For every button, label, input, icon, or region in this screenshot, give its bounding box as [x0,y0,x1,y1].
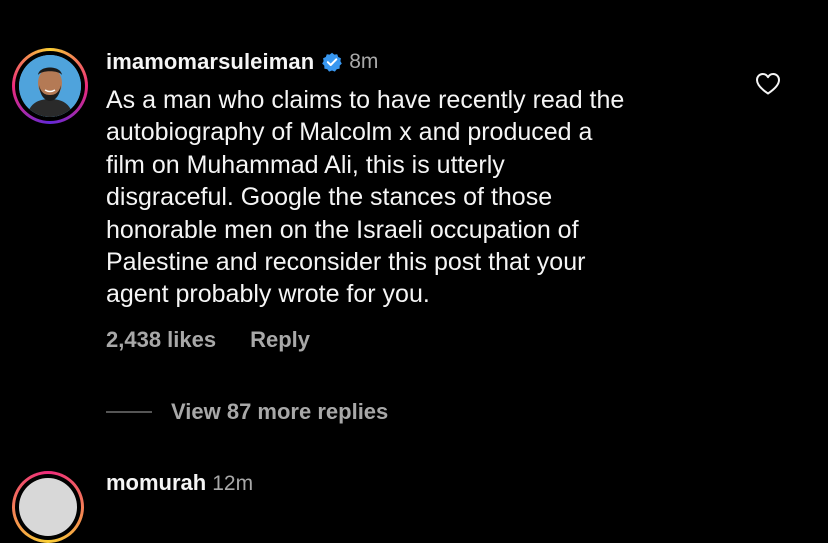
heart-outline-icon[interactable] [755,72,781,96]
next-username[interactable]: momurah [106,470,206,496]
username[interactable]: imamomarsuleiman [106,49,314,75]
avatar-portrait-icon [19,55,81,117]
comment-line: As a man who claims to have recently rea… [106,86,625,114]
likes-count[interactable]: 2,438 likes [106,327,216,353]
comment-line: agent probably wrote for you. [106,280,430,309]
next-comment-time: 12m [212,472,254,495]
next-comment-header: momurah 12m [106,470,253,496]
next-avatar[interactable] [19,478,77,536]
comment-line: honorable men on the Israeli occupation … [106,215,579,244]
comment-text: As a man who claims to have recently rea… [106,84,726,311]
story-ring[interactable] [12,48,88,124]
next-story-ring[interactable] [12,471,84,543]
comment-line: disgraceful. Google the stances of those [106,183,553,212]
comment-time: 8m [349,50,379,73]
comment-line: autobiography of Malcolm x and produced … [106,118,593,147]
replies-divider [106,411,152,413]
avatar-gap [15,51,85,121]
reply-button[interactable]: Reply [250,327,310,353]
comment-actions: 2,438 likes Reply [106,325,310,355]
view-replies-label: View 87 more replies [171,399,389,424]
comment-line: film on Muhammad Ali, this is utterly [106,150,505,179]
view-replies-button[interactable]: View 87 more replies [106,397,388,427]
next-avatar-gap [15,474,81,540]
comment-line: Palestine and reconsider this post that … [106,248,586,277]
verified-badge-icon [322,52,343,72]
avatar[interactable] [19,55,81,117]
comment-header: imamomarsuleiman 8m [106,47,378,77]
comment: imamomarsuleiman 8m As a man who claims … [0,0,828,450]
